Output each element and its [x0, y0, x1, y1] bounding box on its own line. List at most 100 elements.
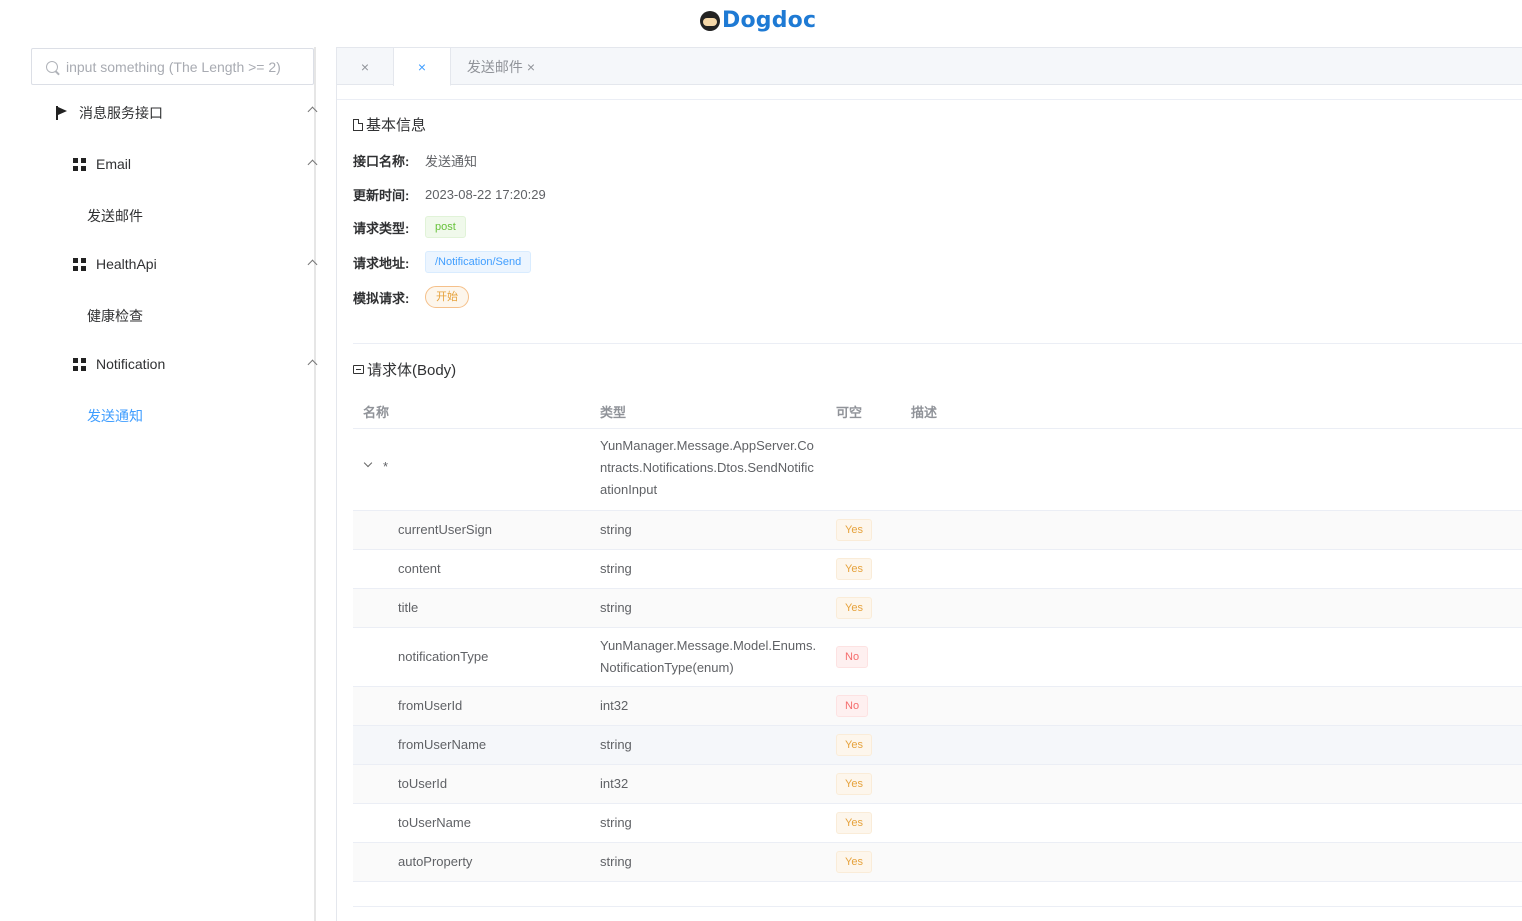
- table-row: fromUserName string Yes: [353, 726, 1522, 765]
- chevron-up-icon: [307, 359, 318, 370]
- nullable-badge: Yes: [836, 812, 872, 834]
- info-row-name: 接口名称: 发送通知: [353, 151, 477, 170]
- sidebar-section-healthapi[interactable]: HealthApi: [73, 256, 325, 272]
- close-icon[interactable]: ×: [361, 59, 369, 75]
- nullable-badge: Yes: [836, 519, 872, 541]
- divider: [353, 906, 1522, 907]
- flag-icon: [55, 106, 69, 120]
- table-row: autoProperty string Yes: [353, 843, 1522, 882]
- search-box[interactable]: [31, 48, 314, 85]
- table-row: fromUserId int32 No: [353, 687, 1522, 726]
- row-name: toUserId: [398, 776, 448, 791]
- body-icon: [353, 365, 364, 374]
- table-row: content string Yes: [353, 550, 1522, 589]
- row-type: string: [600, 600, 632, 615]
- table-row: title string Yes: [353, 589, 1522, 628]
- search-input[interactable]: [66, 58, 296, 75]
- col-nullable: 可空: [836, 405, 863, 420]
- table-row: currentUserSign string Yes: [353, 511, 1522, 550]
- grid-icon: [73, 257, 86, 271]
- mock-start-button[interactable]: 开始: [425, 286, 469, 308]
- sidebar-section-email[interactable]: Email: [73, 156, 325, 172]
- nullable-badge: No: [836, 695, 869, 717]
- info-row-updated: 更新时间: 2023-08-22 17:20:29: [353, 185, 546, 204]
- row-type: string: [600, 737, 632, 752]
- search-icon: [46, 60, 58, 73]
- row-type: string: [600, 854, 632, 869]
- sidebar-section-label: Notification: [96, 356, 166, 372]
- row-name: currentUserSign: [398, 522, 492, 537]
- row-name: toUserName: [398, 815, 471, 830]
- close-icon[interactable]: ×: [527, 59, 535, 75]
- basic-info-title-text: 基本信息: [366, 117, 427, 134]
- sidebar-section-notification[interactable]: Notification: [73, 356, 325, 372]
- sidebar: 消息服务接口 Email 发送邮件 HealthApi 健康检查 Notific…: [30, 47, 318, 921]
- updated-time-value: 2023-08-22 17:20:29: [425, 187, 546, 202]
- row-name: fromUserId: [398, 698, 463, 713]
- url-tag: /Notification/Send: [425, 251, 532, 273]
- nullable-badge: Yes: [836, 773, 872, 795]
- info-label: 请求地址:: [353, 255, 410, 271]
- chevron-up-icon: [307, 159, 318, 170]
- sidebar-group-message-service[interactable]: 消息服务接口: [55, 103, 325, 123]
- grid-icon: [73, 357, 86, 371]
- info-label: 接口名称:: [353, 154, 410, 169]
- row-type: int32: [600, 698, 629, 713]
- row-name: autoProperty: [398, 854, 473, 869]
- table-header: 名称 类型 可空 描述: [353, 392, 1522, 429]
- info-label: 模拟请求:: [353, 290, 410, 306]
- document-icon: [353, 118, 363, 131]
- row-type: string: [600, 561, 632, 576]
- row-type: YunManager.Message.AppServer.Contracts.N…: [600, 438, 814, 497]
- sidebar-section-label: HealthApi: [96, 256, 157, 272]
- col-type: 类型: [600, 405, 627, 420]
- sidebar-item-send-email[interactable]: 发送邮件: [87, 206, 143, 226]
- table-row-root: * YunManager.Message.AppServer.Contracts…: [353, 429, 1522, 511]
- method-tag: post: [425, 216, 466, 238]
- tab-label: 发送邮件: [466, 59, 523, 75]
- sidebar-item-send-notification[interactable]: 发送通知: [87, 406, 143, 426]
- col-desc: 描述: [911, 405, 938, 420]
- row-name: notificationType: [398, 649, 489, 664]
- row-type: YunManager.Message.Model.Enums.Notificat…: [600, 638, 817, 675]
- sidebar-section-label: Email: [96, 156, 132, 172]
- basic-info-title: 基本信息: [353, 114, 426, 135]
- row-type: int32: [600, 776, 629, 791]
- col-name: 名称: [363, 405, 390, 420]
- tab-2-active[interactable]: ×: [394, 48, 451, 86]
- api-name-value: 发送通知: [425, 154, 478, 169]
- body-title: 请求体(Body): [353, 359, 456, 380]
- expand-icon[interactable]: [363, 458, 373, 468]
- tab-send-email[interactable]: 发送邮件 ×: [451, 48, 551, 86]
- app-title: Dogdoc: [722, 8, 817, 33]
- close-icon[interactable]: ×: [418, 59, 426, 75]
- grid-icon: [73, 157, 86, 171]
- info-row-method: 请求类型: post: [353, 216, 466, 238]
- nullable-badge: Yes: [836, 558, 872, 580]
- info-row-mock: 模拟请求: 开始: [353, 286, 469, 308]
- info-row-url: 请求地址: /Notification/Send: [353, 251, 532, 273]
- sidebar-item-health-check[interactable]: 健康检查: [87, 306, 143, 326]
- tab-1[interactable]: ×: [337, 48, 394, 86]
- table-row: notificationType YunManager.Message.Mode…: [353, 628, 1522, 687]
- nullable-badge: Yes: [836, 851, 872, 873]
- row-name: title: [398, 600, 419, 615]
- dog-logo-icon: [700, 10, 720, 31]
- chevron-up-icon: [307, 106, 318, 117]
- row-type: string: [600, 815, 632, 830]
- body-title-text: 请求体(Body): [367, 362, 457, 379]
- info-label: 更新时间:: [353, 188, 410, 203]
- divider: [337, 99, 1522, 100]
- nullable-badge: No: [836, 646, 869, 668]
- app-header: Dogdoc: [0, 0, 1522, 44]
- table-row: toUserName string Yes: [353, 804, 1522, 843]
- row-name: content: [398, 561, 441, 576]
- info-label: 请求类型:: [353, 220, 410, 236]
- table-row: toUserId int32 Yes: [353, 765, 1522, 804]
- tab-bar: × × 发送邮件 ×: [337, 47, 1522, 86]
- row-name: fromUserName: [398, 737, 487, 752]
- logo[interactable]: Dogdoc: [700, 8, 816, 33]
- nullable-badge: Yes: [836, 734, 872, 756]
- row-name: *: [383, 459, 389, 474]
- divider: [353, 343, 1522, 344]
